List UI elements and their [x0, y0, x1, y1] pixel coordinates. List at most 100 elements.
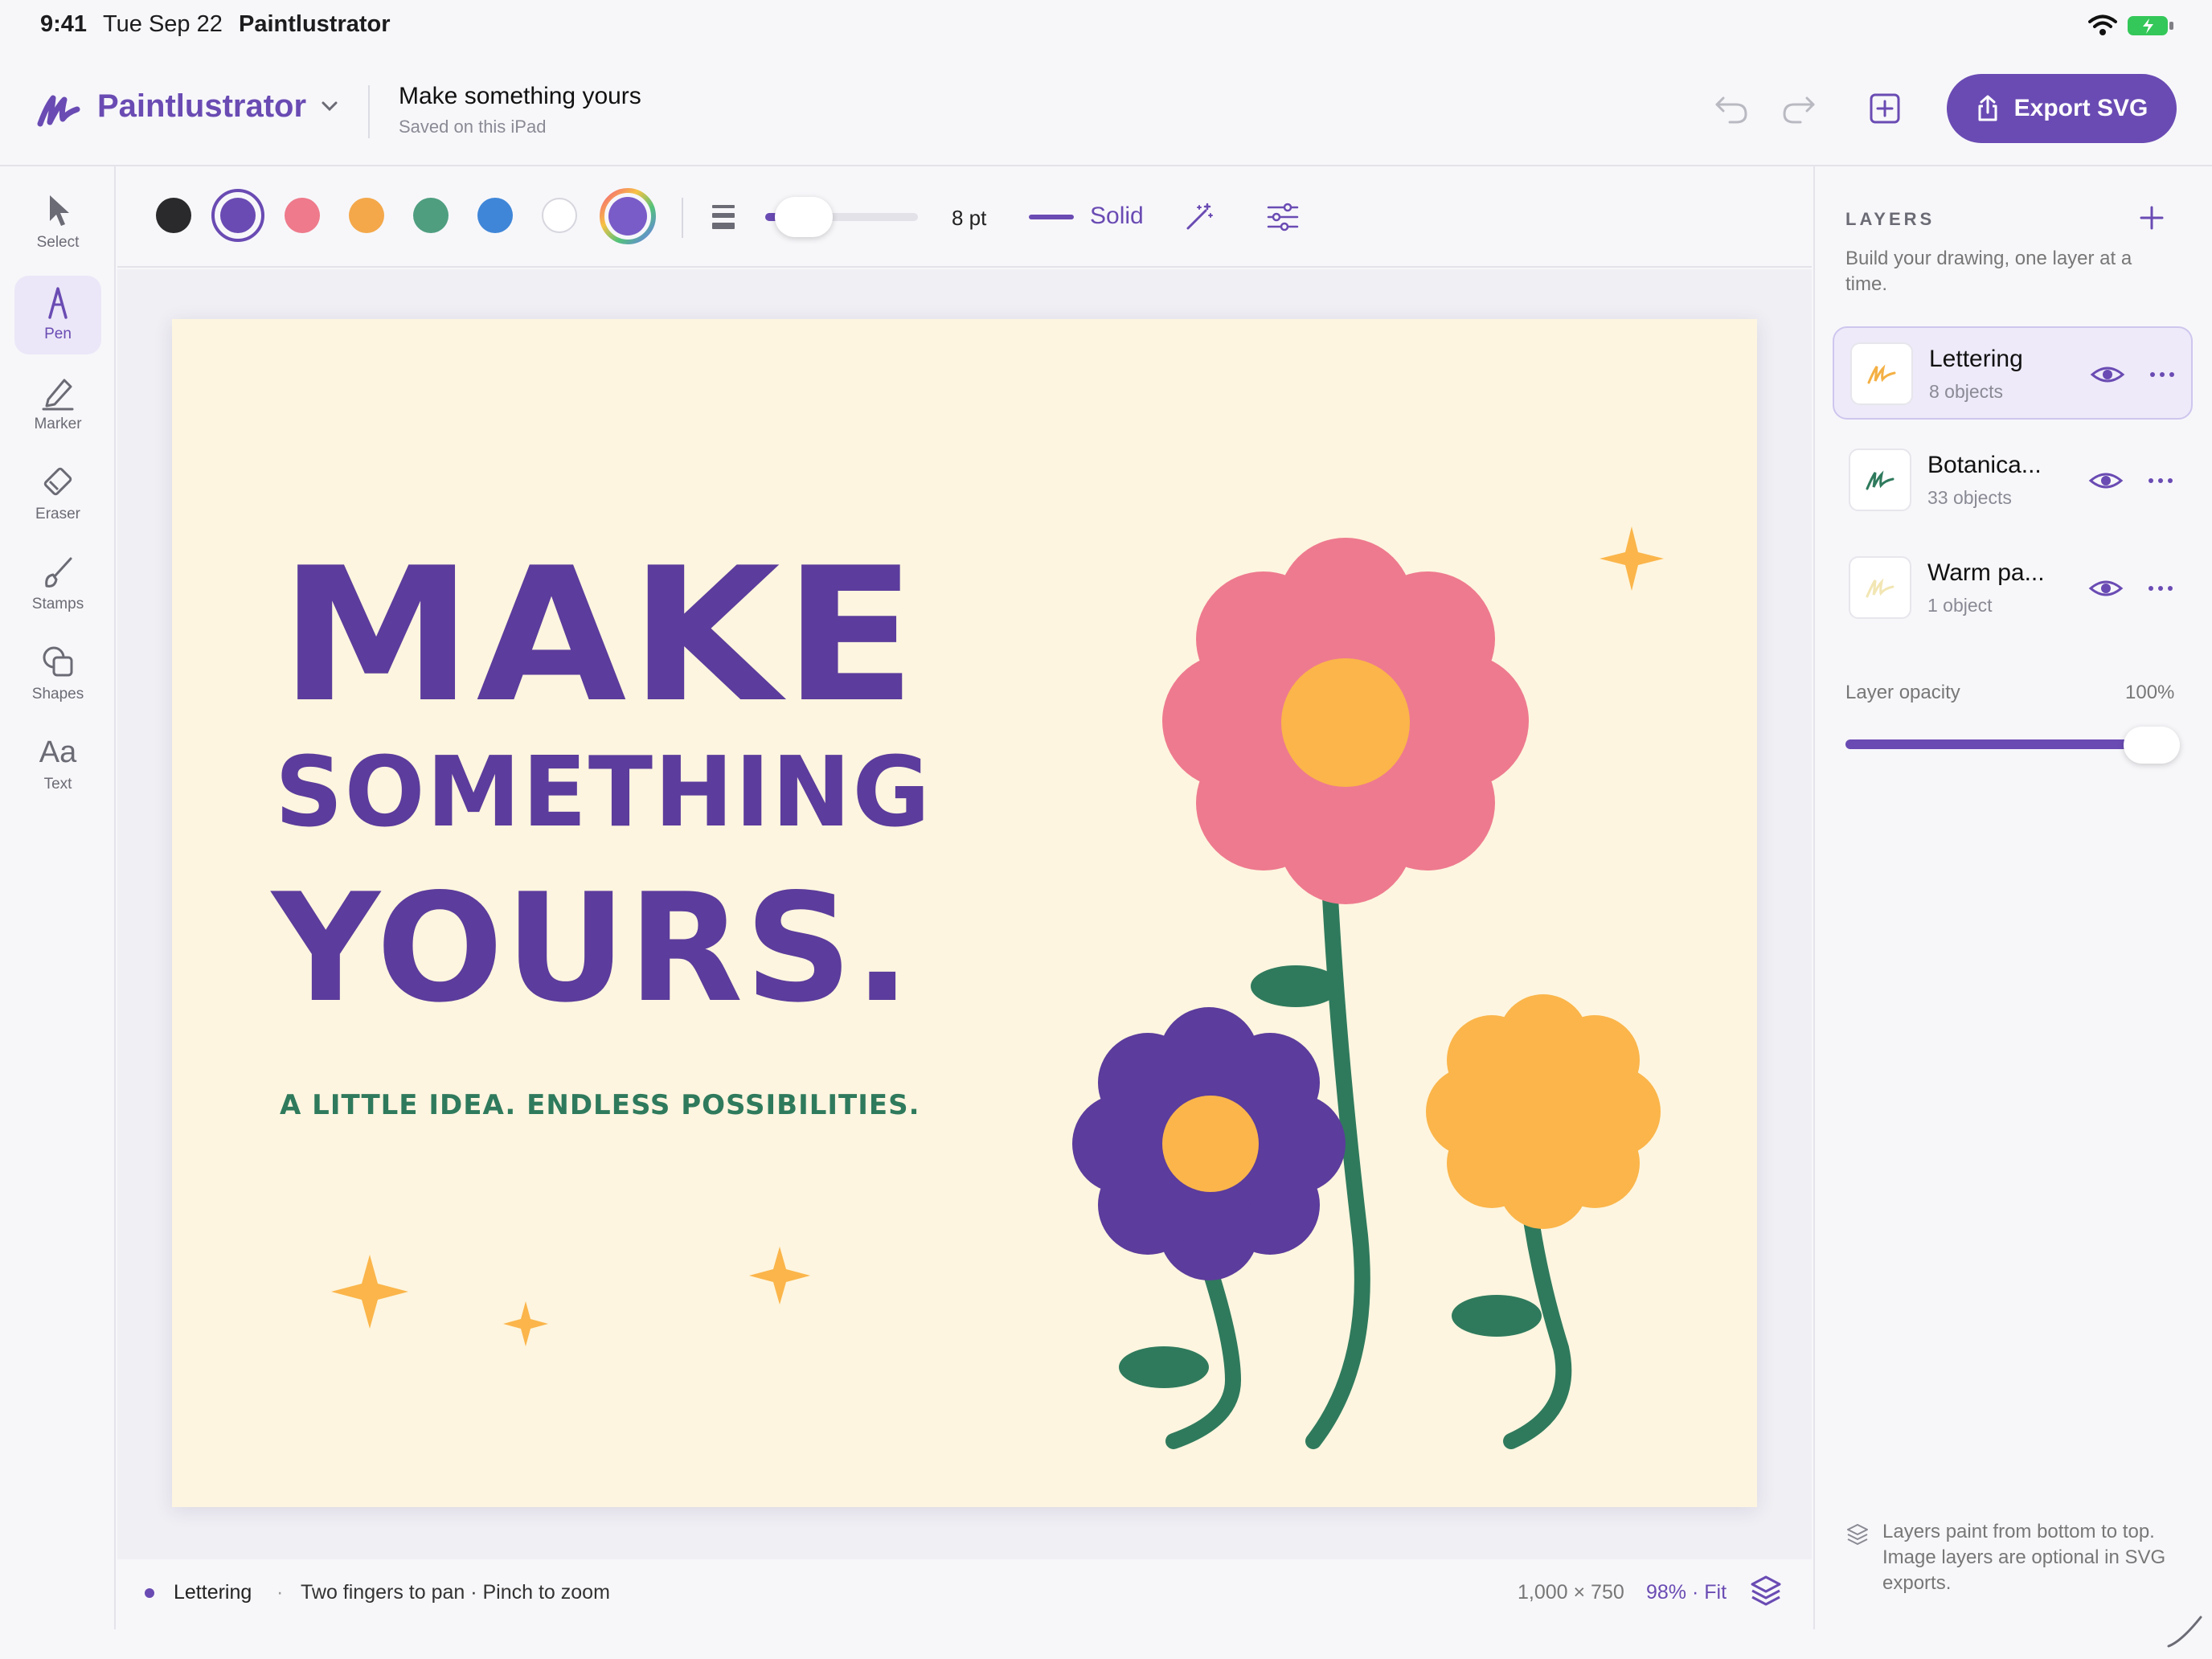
- export-label: Export SVG: [2013, 95, 2149, 121]
- tool-stamps[interactable]: Stamps: [14, 546, 101, 625]
- magic-wand-icon[interactable]: [1183, 201, 1215, 233]
- color-swatch[interactable]: [156, 198, 191, 233]
- color-swatch[interactable]: [349, 198, 384, 233]
- text-icon: Aa: [39, 735, 77, 769]
- share-icon: [1978, 95, 1997, 121]
- size-value: 8 pt: [952, 206, 987, 230]
- export-svg-button[interactable]: Export SVG: [1947, 74, 2177, 143]
- app-logo-icon: [37, 95, 80, 127]
- opacity-slider-thumb[interactable]: [2124, 727, 2180, 764]
- layers-panel-title: LAYERS: [1845, 209, 1936, 229]
- size-slider-thumb[interactable]: [775, 197, 833, 237]
- pen-icon: [48, 287, 68, 319]
- header-divider: [368, 85, 370, 138]
- status-date: Tue Sep 22: [103, 11, 223, 37]
- stroke-weight-icon[interactable]: [711, 203, 736, 231]
- more-options-icon[interactable]: [2144, 574, 2177, 603]
- layers-panel-description: Build your drawing, one layer at a time.: [1845, 248, 2132, 295]
- tool-eraser[interactable]: Eraser: [14, 456, 101, 535]
- layer-name: Warm pa...: [1927, 559, 2045, 586]
- gesture-hint: Two fingers to pan · Pinch to zoom: [301, 1581, 610, 1604]
- redo-icon[interactable]: [1778, 92, 1818, 127]
- tool-label: Marker: [34, 416, 82, 432]
- brush-icon: [45, 557, 72, 588]
- tool-pen[interactable]: Pen: [14, 276, 101, 354]
- scribble-icon: [1866, 470, 1895, 490]
- shapes-icon: [43, 646, 73, 677]
- visibility-eye-icon[interactable]: [2090, 360, 2125, 389]
- tool-label: Select: [36, 234, 80, 251]
- app-name-menu[interactable]: Paintlustrator: [97, 88, 306, 125]
- color-swatch[interactable]: [477, 198, 513, 233]
- chevron-down-icon[interactable]: [320, 100, 339, 113]
- layer-thumbnail: [1850, 342, 1913, 405]
- status-separator: ·: [276, 1581, 284, 1604]
- eraser-icon: [43, 467, 72, 496]
- tool-label: Pen: [44, 326, 72, 342]
- cursor-icon: [50, 195, 69, 226]
- add-layer-icon[interactable]: [2138, 204, 2165, 231]
- color-swatch[interactable]: [285, 198, 320, 233]
- layer-name: Lettering: [1929, 346, 2023, 372]
- custom-color-picker-icon[interactable]: [599, 187, 657, 245]
- tool-marker[interactable]: Marker: [14, 366, 101, 444]
- status-app-name: Paintlustrator: [239, 11, 391, 37]
- stroke-style-menu[interactable]: Solid: [1090, 203, 1144, 230]
- layer-object-count: 8 objects: [1929, 381, 2004, 402]
- active-layer-name: Lettering: [174, 1581, 252, 1604]
- pencil-hover-icon: [2167, 1616, 2202, 1648]
- sparkle-icon: [749, 1247, 810, 1305]
- options-divider: [682, 198, 683, 238]
- layer-row-botanicals[interactable]: Botanica... 33 objects: [1833, 434, 2193, 527]
- layer-object-count: 33 objects: [1927, 487, 2012, 508]
- artwork-heading-line-2: SOMETHING: [275, 737, 932, 849]
- sliders-icon[interactable]: [1267, 203, 1299, 231]
- opacity-slider-fill: [1845, 739, 2151, 749]
- stroke-style-preview: [1029, 215, 1074, 219]
- color-swatch[interactable]: [413, 198, 449, 233]
- layers-info-icon: [1847, 1524, 1868, 1545]
- battery-charging-icon: [2128, 16, 2173, 35]
- sparkle-icon: [331, 1255, 408, 1329]
- tool-label: Stamps: [31, 596, 84, 612]
- layers-note: Layers paint from bottom to top. Image l…: [1882, 1521, 2166, 1594]
- layer-thumbnail: [1849, 556, 1911, 619]
- canvas-dimensions: 1,000 × 750: [1518, 1581, 1624, 1604]
- layer-opacity-label: Layer opacity: [1845, 682, 1960, 703]
- layer-row-lettering[interactable]: Lettering 8 objects: [1833, 326, 2193, 420]
- tool-label: Shapes: [31, 686, 84, 703]
- wifi-icon: [2088, 14, 2117, 35]
- tools-sidebar: Select Pen Marker Eraser Stamps Shapes A…: [0, 166, 116, 1629]
- add-artboard-icon[interactable]: [1868, 92, 1902, 125]
- visibility-eye-icon[interactable]: [2088, 466, 2124, 495]
- zoom-level-button[interactable]: 98% · Fit: [1646, 1581, 1727, 1604]
- artwork-heading-line-3: YOURS.: [272, 861, 913, 1035]
- layers-toggle-icon[interactable]: [1749, 1574, 1783, 1609]
- tool-shapes[interactable]: Shapes: [14, 636, 101, 715]
- color-swatch-selected[interactable]: [220, 198, 256, 233]
- document-title[interactable]: Make something yours: [399, 83, 641, 110]
- layer-opacity-value: 100%: [2125, 682, 2175, 703]
- visibility-eye-icon[interactable]: [2088, 574, 2124, 603]
- artwork-tagline: A LITTLE IDEA. ENDLESS POSSIBILITIES.: [280, 1089, 920, 1121]
- layer-name: Botanica...: [1927, 452, 2042, 478]
- tool-select[interactable]: Select: [14, 184, 101, 263]
- scribble-icon: [1867, 364, 1896, 384]
- layer-row-warm-paper[interactable]: Warm pa... 1 object: [1833, 542, 2193, 635]
- sparkle-icon: [1600, 526, 1664, 591]
- layer-object-count: 1 object: [1927, 595, 1993, 616]
- status-time: 9:41: [40, 11, 88, 37]
- more-options-icon[interactable]: [2146, 360, 2178, 389]
- undo-icon[interactable]: [1712, 92, 1752, 127]
- save-status: Saved on this iPad: [399, 117, 547, 137]
- tool-text[interactable]: Aa Text: [14, 726, 101, 805]
- artwork-heading-line-1: MAKE: [280, 529, 920, 743]
- sparkle-icon: [503, 1301, 548, 1346]
- marker-icon: [42, 379, 74, 411]
- scribble-icon: [1866, 578, 1895, 598]
- artboard[interactable]: MAKE SOMETHING YOURS. A LITTLE IDEA. END…: [172, 319, 1757, 1507]
- more-options-icon[interactable]: [2144, 466, 2177, 495]
- active-layer-dot: [145, 1588, 154, 1598]
- tool-label: Eraser: [35, 506, 80, 522]
- color-swatch[interactable]: [542, 198, 577, 233]
